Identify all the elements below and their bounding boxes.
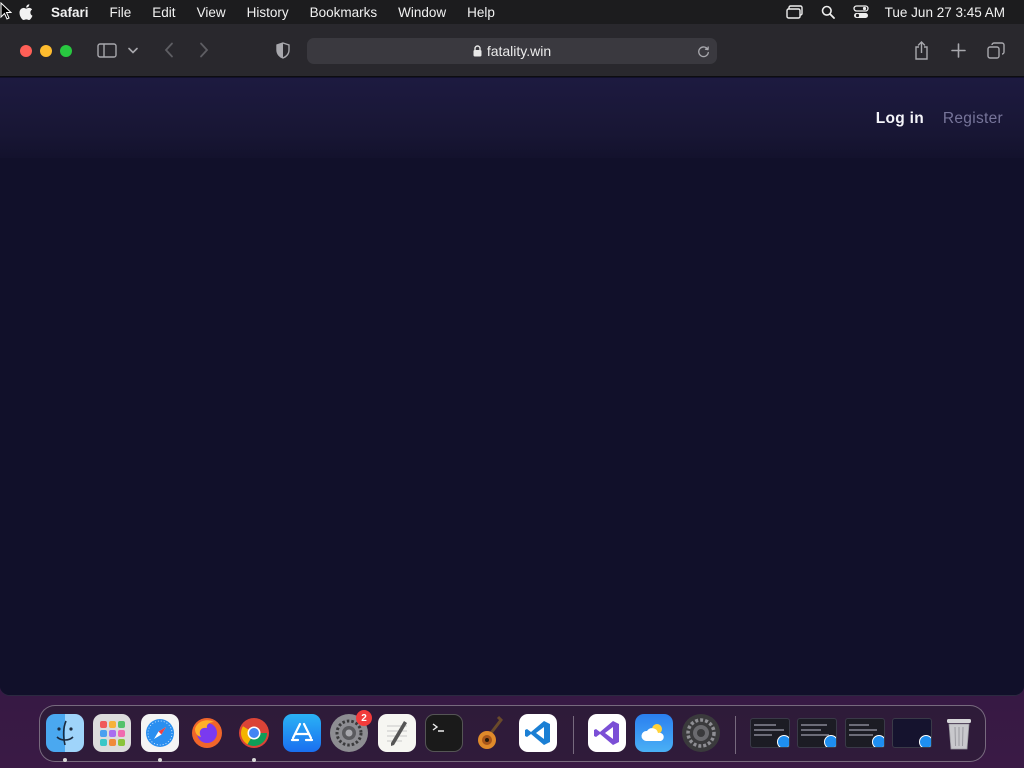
privacy-shield-icon[interactable]	[272, 39, 294, 61]
dock-textedit-icon[interactable]	[378, 714, 416, 752]
dock: 2	[39, 705, 986, 762]
dock-garageband-icon[interactable]	[472, 714, 510, 752]
dock-separator	[735, 716, 736, 754]
menubar: Safari File Edit View History Bookmarks …	[0, 0, 1024, 24]
dock-minimized-window-thumbnail[interactable]	[892, 718, 932, 748]
dock-running-indicator	[158, 758, 162, 762]
dock-app-store-icon[interactable]	[283, 714, 321, 752]
dock-weather-icon[interactable]	[635, 714, 673, 752]
dock-finder-icon[interactable]	[46, 714, 84, 752]
dock-minimized-window-thumbnail[interactable]	[797, 718, 837, 748]
screen-mirroring-icon[interactable]	[785, 3, 804, 21]
back-icon[interactable]	[158, 39, 180, 61]
menubar-clock[interactable]: Tue Jun 27 3:45 AM	[885, 5, 1005, 20]
login-link[interactable]: Log in	[876, 110, 924, 128]
dock-separator	[573, 716, 574, 754]
fullscreen-window-button[interactable]	[60, 45, 72, 57]
share-icon[interactable]	[910, 39, 932, 61]
close-window-button[interactable]	[20, 45, 32, 57]
new-tab-icon[interactable]	[947, 39, 969, 61]
apple-menu-icon[interactable]	[19, 4, 35, 20]
web-content: Log in Register	[0, 78, 1024, 695]
safari-badge-icon	[777, 735, 789, 747]
dock-running-indicator	[63, 758, 67, 762]
spotlight-search-icon[interactable]	[819, 3, 837, 21]
dock-trash-icon[interactable]	[940, 714, 978, 752]
chevron-down-icon[interactable]	[125, 39, 141, 61]
menu-bookmarks[interactable]: Bookmarks	[310, 5, 378, 20]
dock-chrome-icon[interactable]	[235, 714, 273, 752]
dock-launchpad-icon[interactable]	[93, 714, 131, 752]
notification-badge: 2	[356, 710, 372, 726]
menu-file[interactable]: File	[110, 5, 132, 20]
status-area: Tue Jun 27 3:45 AM	[785, 0, 1024, 24]
minimize-window-button[interactable]	[40, 45, 52, 57]
dock-terminal-icon[interactable]	[425, 714, 463, 752]
dock-safari-icon[interactable]	[141, 714, 179, 752]
dock-visual-studio-icon[interactable]	[588, 714, 626, 752]
safari-window: fatality.win Log in Register	[0, 24, 1024, 696]
dock-minimized-window-thumbnail[interactable]	[845, 718, 885, 748]
dock-vscode-icon[interactable]	[519, 714, 557, 752]
mouse-cursor-icon	[0, 2, 12, 20]
dock-minimized-window-thumbnail[interactable]	[750, 718, 790, 748]
sidebar-toggle-icon[interactable]	[96, 39, 118, 61]
dock-settings-icon[interactable]	[682, 714, 720, 752]
safari-badge-icon	[919, 735, 931, 747]
menu-history[interactable]: History	[247, 5, 289, 20]
menu-edit[interactable]: Edit	[152, 5, 175, 20]
menu-help[interactable]: Help	[467, 5, 495, 20]
register-link[interactable]: Register	[943, 110, 1003, 128]
address-bar[interactable]: fatality.win	[307, 38, 717, 64]
address-url: fatality.win	[486, 43, 552, 59]
menu-window[interactable]: Window	[398, 5, 446, 20]
dock-firefox-icon[interactable]	[188, 714, 226, 752]
menu-app-name[interactable]: Safari	[51, 5, 89, 20]
control-center-icon[interactable]	[852, 3, 870, 21]
lock-icon	[473, 45, 482, 57]
forward-icon[interactable]	[193, 39, 215, 61]
browser-toolbar: fatality.win	[0, 24, 1024, 77]
tab-overview-icon[interactable]	[985, 39, 1007, 61]
reload-icon[interactable]	[694, 42, 712, 60]
dock-running-indicator	[252, 758, 256, 762]
safari-badge-icon	[824, 735, 836, 747]
menu-view[interactable]: View	[197, 5, 226, 20]
safari-badge-icon	[872, 735, 884, 747]
site-header: Log in Register	[0, 78, 1024, 158]
